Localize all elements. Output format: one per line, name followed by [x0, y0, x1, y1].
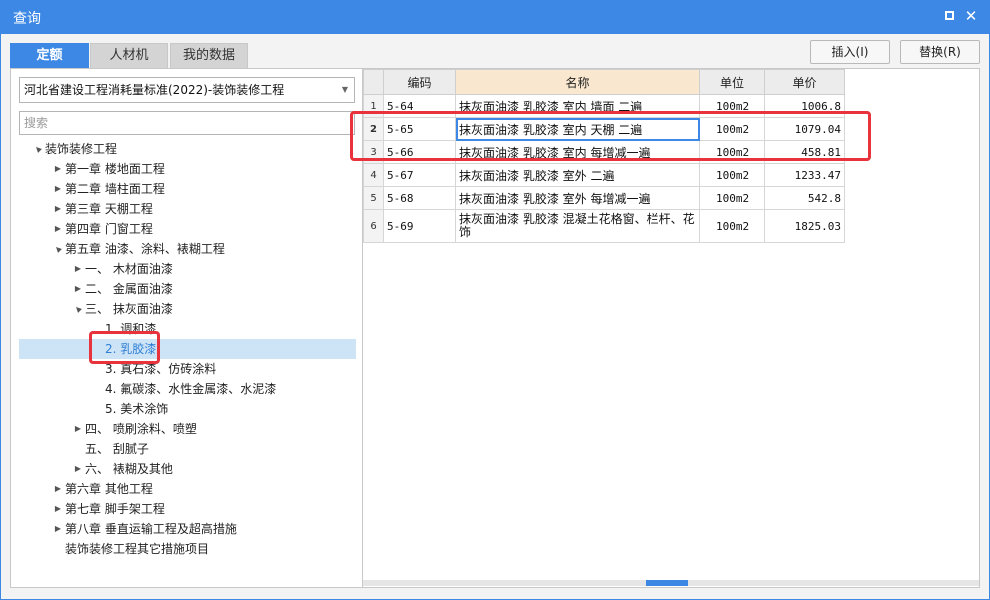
tree-node-label: 5. 美术涂饰	[105, 402, 169, 416]
header-code[interactable]: 编码	[383, 69, 456, 95]
cell-price[interactable]: 1825.03	[764, 209, 845, 243]
tree-node-label: 装饰装修工程	[45, 142, 118, 156]
tree-node[interactable]: 4. 氟碳漆、水性金属漆、水泥漆	[19, 379, 356, 399]
tree-node-label: 四、 喷刷涂料、喷塑	[85, 422, 197, 436]
tree-node[interactable]: ▶ 第二章 墙柱面工程	[19, 179, 356, 199]
cell-code[interactable]: 5-69	[383, 209, 456, 243]
tree-node-label: 装饰装修工程其它措施项目	[65, 542, 210, 556]
tree-node-label: 第八章 垂直运输工程及超高措施	[65, 522, 237, 536]
cell-unit[interactable]: 100m2	[699, 209, 765, 243]
close-icon[interactable]: ✕	[962, 7, 980, 25]
triangle-collapsed-icon[interactable]: ▶	[53, 159, 63, 179]
triangle-collapsed-icon[interactable]: ▶	[73, 419, 83, 439]
window-titlebar: 查询 ✕	[0, 0, 990, 34]
tree-node-label: 六、 裱糊及其他	[85, 462, 173, 476]
tree-node-label: 第三章 天棚工程	[65, 202, 153, 216]
table-row[interactable]: 4 5-67 抹灰面油漆 乳胶漆 室外 二遍 100m2 1233.47	[363, 163, 845, 187]
triangle-collapsed-icon[interactable]: ▶	[53, 479, 63, 499]
tree-node[interactable]: ▲ 第五章 油漆、涂料、裱糊工程	[19, 239, 356, 259]
library-select-value: 河北省建设工程消耗量标准(2022)-装饰装修工程	[24, 83, 285, 97]
tree-node[interactable]: ▶ 第一章 楼地面工程	[19, 159, 356, 179]
tab-my-data[interactable]: 我的数据	[170, 43, 248, 68]
tab-quota[interactable]: 定额	[10, 43, 89, 68]
triangle-collapsed-icon[interactable]: ▶	[73, 259, 83, 279]
tree-node-label: 二、 金属面油漆	[85, 282, 173, 296]
quota-tree-panel: 河北省建设工程消耗量标准(2022)-装饰装修工程 ▼ ▲装饰装修工程▶第一章 …	[10, 68, 363, 588]
tree-node-label: 第六章 其他工程	[65, 482, 153, 496]
tree-node-label: 三、 抹灰面油漆	[85, 302, 173, 316]
table-row[interactable]: 5 5-68 抹灰面油漆 乳胶漆 室外 每增减一遍 100m2 542.8	[363, 186, 845, 210]
cell-name[interactable]: 抹灰面油漆 乳胶漆 室外 二遍	[455, 163, 700, 187]
window-title: 查询	[13, 11, 41, 27]
tree-node-label: 五、 刮腻子	[85, 442, 149, 456]
tree-node-label: 第四章 门窗工程	[65, 222, 153, 236]
tree-node[interactable]: ▶ 六、 裱糊及其他	[19, 459, 356, 479]
replace-button[interactable]: 替换(R)	[900, 40, 980, 64]
header-index	[363, 69, 384, 95]
triangle-collapsed-icon[interactable]: ▶	[53, 519, 63, 539]
tree-node[interactable]: 5. 美术涂饰	[19, 399, 356, 419]
tree-node[interactable]: ▶ 四、 喷刷涂料、喷塑	[19, 419, 356, 439]
cell-price[interactable]: 542.8	[764, 186, 845, 210]
tree-node[interactable]: 五、 刮腻子	[19, 439, 356, 459]
tree-node[interactable]: ▶ 一、 木材面油漆	[19, 259, 356, 279]
cell-name[interactable]: 抹灰面油漆 乳胶漆 室外 每增减一遍	[455, 186, 700, 210]
tree-node[interactable]: ▲ 三、 抹灰面油漆	[19, 299, 356, 319]
cell-price[interactable]: 1233.47	[764, 163, 845, 187]
tree-node-label: 第五章 油漆、涂料、裱糊工程	[65, 242, 225, 256]
cell-unit[interactable]: 100m2	[699, 186, 765, 210]
horizontal-scrollbar[interactable]	[363, 580, 979, 586]
triangle-collapsed-icon[interactable]: ▶	[53, 219, 63, 239]
search-input[interactable]	[19, 111, 355, 135]
tree-node[interactable]: ▶ 第六章 其他工程	[19, 479, 356, 499]
tree-node[interactable]: ▶ 二、 金属面油漆	[19, 279, 356, 299]
tree-node[interactable]: 2. 乳胶漆	[19, 339, 356, 359]
tree-node[interactable]: ▶ 第四章 门窗工程	[19, 219, 356, 239]
library-select[interactable]: 河北省建设工程消耗量标准(2022)-装饰装修工程 ▼	[19, 77, 355, 103]
highlight-box-grid-rows	[350, 111, 871, 161]
tree-node-label: 第七章 脚手架工程	[65, 502, 165, 516]
tree-node[interactable]: ▶ 第三章 天棚工程	[19, 199, 356, 219]
scrollbar-thumb[interactable]	[646, 580, 688, 586]
tree-node-label: 4. 氟碳漆、水性金属漆、水泥漆	[105, 382, 277, 396]
cell-code[interactable]: 5-68	[383, 186, 456, 210]
row-index[interactable]: 6	[363, 209, 384, 243]
tree-node[interactable]: 1. 调和漆	[19, 319, 356, 339]
tree-node[interactable]: ▶ 第七章 脚手架工程	[19, 499, 356, 519]
highlight-box-tree-selection	[89, 331, 160, 364]
cell-code[interactable]: 5-67	[383, 163, 456, 187]
cell-name[interactable]: 抹灰面油漆 乳胶漆 混凝土花格窗、栏杆、花饰	[455, 209, 700, 243]
tree-node[interactable]: ▶ 第八章 垂直运输工程及超高措施	[19, 519, 356, 539]
table-header-row: 编码 名称 单位 单价	[363, 69, 845, 95]
insert-button[interactable]: 插入(I)	[810, 40, 890, 64]
cell-unit[interactable]: 100m2	[699, 163, 765, 187]
triangle-collapsed-icon[interactable]: ▶	[73, 279, 83, 299]
tree-node-label: 第二章 墙柱面工程	[65, 182, 165, 196]
tree-node[interactable]: 3. 真石漆、仿砖涂料	[19, 359, 356, 379]
tree-node-label: 一、 木材面油漆	[85, 262, 173, 276]
tree-node[interactable]: ▲ 装饰装修工程	[19, 139, 356, 159]
chevron-down-icon[interactable]: ▼	[342, 78, 348, 102]
tree-node-label: 第一章 楼地面工程	[65, 162, 165, 176]
tree-node[interactable]: 装饰装修工程其它措施项目	[19, 539, 356, 559]
triangle-collapsed-icon[interactable]: ▶	[53, 199, 63, 219]
maximize-icon[interactable]	[940, 7, 958, 25]
header-name[interactable]: 名称	[455, 69, 700, 95]
header-unit[interactable]: 单位	[699, 69, 765, 95]
triangle-collapsed-icon[interactable]: ▶	[73, 459, 83, 479]
table-row[interactable]: 6 5-69 抹灰面油漆 乳胶漆 混凝土花格窗、栏杆、花饰 100m2 1825.03	[363, 209, 845, 243]
tab-labor-material-machine[interactable]: 人材机	[90, 43, 168, 68]
row-index[interactable]: 5	[363, 186, 384, 210]
header-price[interactable]: 单价	[764, 69, 845, 95]
row-index[interactable]: 4	[363, 163, 384, 187]
triangle-collapsed-icon[interactable]: ▶	[53, 499, 63, 519]
triangle-collapsed-icon[interactable]: ▶	[53, 179, 63, 199]
